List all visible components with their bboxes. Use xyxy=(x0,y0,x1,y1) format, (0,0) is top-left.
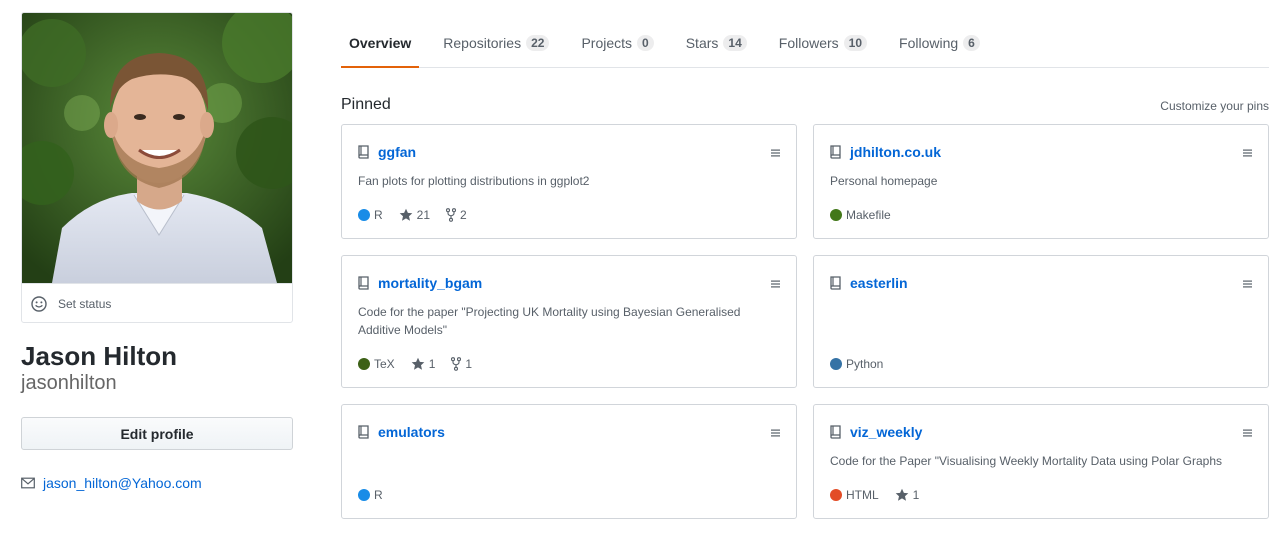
profile-full-name: Jason Hilton xyxy=(21,341,178,371)
repo-icon xyxy=(830,145,841,159)
repo-icon xyxy=(358,145,369,159)
email-row: jason_hilton@Yahoo.com xyxy=(21,475,202,491)
repo-language: HTML xyxy=(830,488,879,502)
avatar[interactable] xyxy=(22,13,292,283)
pinned-repo-card: emulators R xyxy=(341,404,797,519)
repo-meta: Makefile xyxy=(830,208,907,222)
language-name: Python xyxy=(846,357,884,371)
language-name: HTML xyxy=(846,488,879,502)
pinned-repo-card: jdhilton.co.uk Personal homepage Makefile xyxy=(813,124,1269,239)
tab-label: Followers xyxy=(778,34,839,51)
star-count: 21 xyxy=(416,208,431,222)
mail-icon xyxy=(21,477,35,489)
language-color-dot xyxy=(358,489,370,501)
language-name: R xyxy=(374,488,383,502)
repo-name-link[interactable]: mortality_bgam xyxy=(378,275,482,291)
repo-language: Python xyxy=(830,357,883,371)
pinned-repo-card: ggfan Fan plots for plotting distribution… xyxy=(341,124,797,239)
fork-icon xyxy=(451,357,462,371)
set-status-button[interactable]: Set status xyxy=(22,283,292,322)
repo-name-link[interactable]: easterlin xyxy=(850,275,908,291)
customize-pins-link[interactable]: Customize your pins xyxy=(1160,99,1269,113)
repo-language: R xyxy=(358,208,383,222)
profile-tabs: Overview Repositories 22 Projects 0 Star… xyxy=(341,18,1269,68)
star-icon xyxy=(895,488,908,501)
tab-label: Projects xyxy=(581,34,633,51)
repo-icon xyxy=(830,425,841,439)
grabber-icon[interactable] xyxy=(1243,149,1252,157)
tab-counter: 10 xyxy=(843,34,868,51)
tab-counter: 0 xyxy=(637,34,654,51)
tab-label: Stars xyxy=(685,34,719,51)
tab-counter: 14 xyxy=(723,34,747,51)
profile-username: jasonhilton xyxy=(21,372,117,394)
repo-meta: R xyxy=(358,488,399,502)
smiley-icon xyxy=(31,295,47,312)
edit-profile-button[interactable]: Edit profile xyxy=(21,417,293,450)
repo-name-link[interactable]: jdhilton.co.uk xyxy=(850,144,941,160)
language-color-dot xyxy=(830,489,842,501)
grabber-icon[interactable] xyxy=(771,149,780,157)
repo-stars-link[interactable]: 21 xyxy=(399,208,430,222)
pinned-repo-card: mortality_bgam Code for the paper "Projec… xyxy=(341,255,797,388)
repo-name-link[interactable]: emulators xyxy=(378,424,445,440)
repo-meta: R 21 2 xyxy=(358,208,483,222)
pinned-heading: Pinned xyxy=(341,96,391,113)
repo-stars-link[interactable]: 1 xyxy=(895,488,920,502)
repo-forks-link[interactable]: 1 xyxy=(451,357,472,371)
pinned-repo-card: viz_weekly Code for the Paper "Visualisin… xyxy=(813,404,1269,519)
tab-following[interactable]: Following 6 xyxy=(891,18,988,67)
language-color-dot xyxy=(830,358,842,370)
language-name: TeX xyxy=(374,357,395,371)
repo-language: TeX xyxy=(358,357,395,371)
repo-language: R xyxy=(358,488,383,502)
star-count: 1 xyxy=(428,357,436,371)
grabber-icon[interactable] xyxy=(1243,280,1252,288)
language-name: R xyxy=(374,208,383,222)
language-color-dot xyxy=(830,209,842,221)
language-name: Makefile xyxy=(846,208,891,222)
grabber-icon[interactable] xyxy=(771,280,780,288)
repo-description: Code for the Paper "Visualising Weekly M… xyxy=(830,454,1223,468)
fork-count: 1 xyxy=(465,357,473,371)
tab-label: Overview xyxy=(349,34,412,51)
repo-stars-link[interactable]: 1 xyxy=(411,357,436,371)
repo-language: Makefile xyxy=(830,208,891,222)
fork-count: 2 xyxy=(460,208,467,222)
repo-icon xyxy=(358,425,369,439)
tab-stars[interactable]: Stars 14 xyxy=(678,18,755,67)
set-status-label: Set status xyxy=(58,296,112,311)
repo-description: Fan plots for plotting distributions in … xyxy=(358,174,590,188)
tab-overview[interactable]: Overview xyxy=(341,18,420,68)
pinned-repo-card: easterlin Python xyxy=(813,255,1269,388)
tab-followers[interactable]: Followers 10 xyxy=(771,18,875,67)
repo-description: Code for the paper "Projecting UK Mortal… xyxy=(358,305,741,337)
tab-label: Following xyxy=(899,34,959,51)
repo-icon xyxy=(358,276,369,290)
star-icon xyxy=(399,208,412,221)
language-color-dot xyxy=(358,358,370,370)
repo-name-link[interactable]: viz_weekly xyxy=(850,424,922,440)
repo-meta: HTML 1 xyxy=(830,488,935,502)
star-icon xyxy=(411,357,424,370)
tab-counter: 22 xyxy=(526,34,550,51)
tab-repositories[interactable]: Repositories 22 xyxy=(435,18,557,67)
repo-icon xyxy=(830,276,841,290)
fork-icon xyxy=(446,208,457,222)
avatar-card: Set status xyxy=(21,12,293,323)
tab-counter: 6 xyxy=(963,34,980,51)
repo-name-link[interactable]: ggfan xyxy=(378,144,416,160)
email-link[interactable]: jason_hilton@Yahoo.com xyxy=(43,475,202,491)
language-color-dot xyxy=(358,209,370,221)
tab-projects[interactable]: Projects 0 xyxy=(573,18,661,67)
repo-description: Personal homepage xyxy=(830,174,938,188)
grabber-icon[interactable] xyxy=(771,429,780,437)
star-count: 1 xyxy=(912,488,920,502)
tab-label: Repositories xyxy=(443,34,522,51)
repo-forks-link[interactable]: 2 xyxy=(446,208,467,222)
grabber-icon[interactable] xyxy=(1243,429,1252,437)
repo-meta: TeX 1 1 xyxy=(358,357,488,371)
repo-meta: Python xyxy=(830,357,899,371)
